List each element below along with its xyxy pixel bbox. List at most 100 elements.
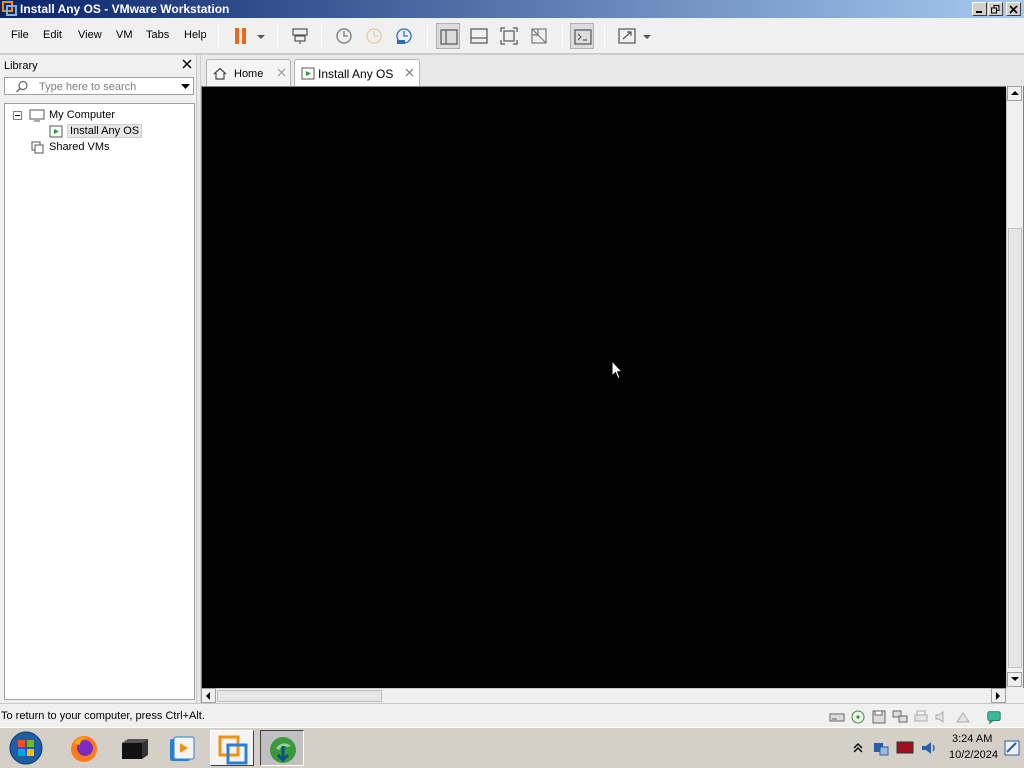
restore-button[interactable] [988, 2, 1003, 16]
minimize-icon [976, 11, 982, 13]
unity-button[interactable] [527, 23, 551, 49]
arrow-left-icon [206, 692, 210, 700]
show-library-button[interactable] [436, 23, 460, 49]
vm-console-screen[interactable] [201, 86, 1024, 703]
menu-toolbar-row: File Edit View VM Tabs Help [0, 18, 1024, 54]
start-button[interactable] [4, 730, 50, 766]
search-placeholder: Type here to search [39, 81, 137, 93]
tab-home[interactable]: Home [206, 59, 291, 86]
tree-label-my-computer: My Computer [49, 109, 116, 121]
tab-label-install-any-os: Install Any OS [318, 67, 394, 81]
chevron-down-icon [257, 35, 265, 39]
scroll-up-button[interactable] [1007, 86, 1022, 101]
chevron-down-icon [643, 35, 651, 39]
action-center-icon[interactable] [1004, 740, 1020, 756]
mouse-cursor-icon [611, 360, 623, 380]
floppy-icon[interactable] [871, 710, 887, 724]
computer-icon [29, 109, 45, 122]
clock-icon [336, 28, 352, 44]
scroll-down-button[interactable] [1007, 672, 1022, 687]
taskbar-media-player[interactable] [160, 730, 204, 766]
display-tray-icon[interactable] [896, 741, 914, 755]
show-thumbnail-bar-button[interactable] [467, 23, 491, 49]
clock-date[interactable]: 10/2/2024 [949, 749, 998, 761]
collapse-toggle-icon[interactable] [13, 111, 22, 120]
thumbnail-bar-icon [470, 28, 488, 44]
tab-install-any-os[interactable]: Install Any OS [294, 59, 420, 87]
taskbar [0, 727, 1024, 768]
library-tree: My Computer Install Any OS Shared VMs [4, 103, 195, 700]
sound-card-icon[interactable] [934, 710, 950, 724]
toolbar-separator [427, 25, 428, 47]
horizontal-scroll-thumb[interactable] [217, 690, 382, 702]
close-library-icon[interactable] [180, 57, 194, 71]
horizontal-scrollbar[interactable] [201, 688, 1007, 703]
minimize-button[interactable] [972, 2, 987, 16]
menu-view[interactable]: View [78, 29, 102, 41]
shared-vms-icon [31, 141, 44, 154]
full-screen-icon [500, 27, 518, 45]
revert-icon [366, 28, 382, 44]
vertical-scrollbar[interactable] [1006, 86, 1023, 688]
revert-snapshot-button[interactable] [362, 23, 386, 49]
message-log-icon[interactable] [986, 710, 1002, 724]
tab-strip: Home Install Any OS [201, 55, 1024, 87]
vmware-icon [218, 735, 248, 765]
scroll-left-button[interactable] [201, 688, 216, 703]
terminal-app-icon [122, 739, 148, 759]
menu-file[interactable]: File [11, 29, 29, 41]
vm-running-icon [301, 67, 315, 80]
close-tab-icon[interactable] [277, 68, 286, 77]
tree-item-my-computer[interactable]: My Computer [11, 108, 191, 123]
keyboard-icon [292, 28, 308, 44]
hard-disk-icon[interactable] [829, 710, 845, 724]
taskbar-firefox[interactable] [62, 730, 106, 766]
stretch-view-button[interactable] [615, 23, 639, 49]
menu-vm[interactable]: VM [116, 29, 133, 41]
restore-icon [991, 5, 1000, 14]
pane-splitter[interactable] [196, 55, 200, 703]
tree-item-shared-vms[interactable]: Shared VMs [29, 140, 169, 155]
show-hidden-icons-icon[interactable] [853, 742, 863, 754]
arrow-right-icon [996, 692, 1000, 700]
menu-help[interactable]: Help [184, 29, 207, 41]
send-ctrl-alt-del-button[interactable] [288, 23, 312, 49]
pause-icon [235, 28, 246, 44]
status-text: To return to your computer, press Ctrl+A… [1, 710, 205, 722]
tree-item-install-any-os[interactable]: Install Any OS [47, 124, 187, 139]
title-bar[interactable]: Install Any OS - VMware Workstation [0, 0, 1024, 18]
menu-edit[interactable]: Edit [43, 29, 62, 41]
chevron-down-icon[interactable] [181, 84, 190, 90]
volume-tray-icon[interactable] [920, 739, 938, 757]
printer-icon[interactable] [913, 710, 929, 724]
close-icon [1009, 5, 1018, 14]
search-icon [16, 80, 28, 93]
close-tab-icon[interactable] [405, 68, 414, 77]
download-manager-icon [270, 737, 296, 763]
clock-time[interactable]: 3:24 AM [952, 733, 992, 745]
taskbar-vmware-workstation[interactable] [210, 730, 254, 766]
network-adapter-icon[interactable] [892, 710, 908, 724]
close-window-button[interactable] [1006, 2, 1021, 16]
usb-device-icon[interactable] [955, 710, 971, 724]
vm-running-icon [49, 125, 63, 138]
library-search-input[interactable]: Type here to search [4, 77, 194, 95]
full-screen-button[interactable] [497, 23, 521, 49]
library-title: Library [4, 60, 38, 72]
cd-dvd-icon[interactable] [850, 710, 866, 724]
taskbar-download-manager[interactable] [260, 730, 304, 766]
pause-vm-button[interactable] [229, 23, 253, 49]
take-snapshot-button[interactable] [332, 23, 356, 49]
menu-tabs[interactable]: Tabs [146, 29, 169, 41]
library-layout-icon [440, 29, 458, 45]
status-bar: To return to your computer, press Ctrl+A… [0, 703, 1024, 727]
terminal-icon [574, 29, 592, 45]
stretch-dropdown-button[interactable] [640, 23, 654, 49]
snapshot-manager-button[interactable] [392, 23, 416, 49]
console-view-button[interactable] [570, 23, 594, 49]
scroll-right-button[interactable] [991, 688, 1006, 703]
power-dropdown-button[interactable] [254, 23, 268, 49]
vertical-scroll-thumb[interactable] [1008, 228, 1022, 668]
network-tray-icon[interactable] [872, 739, 890, 757]
taskbar-terminal[interactable] [112, 730, 156, 766]
